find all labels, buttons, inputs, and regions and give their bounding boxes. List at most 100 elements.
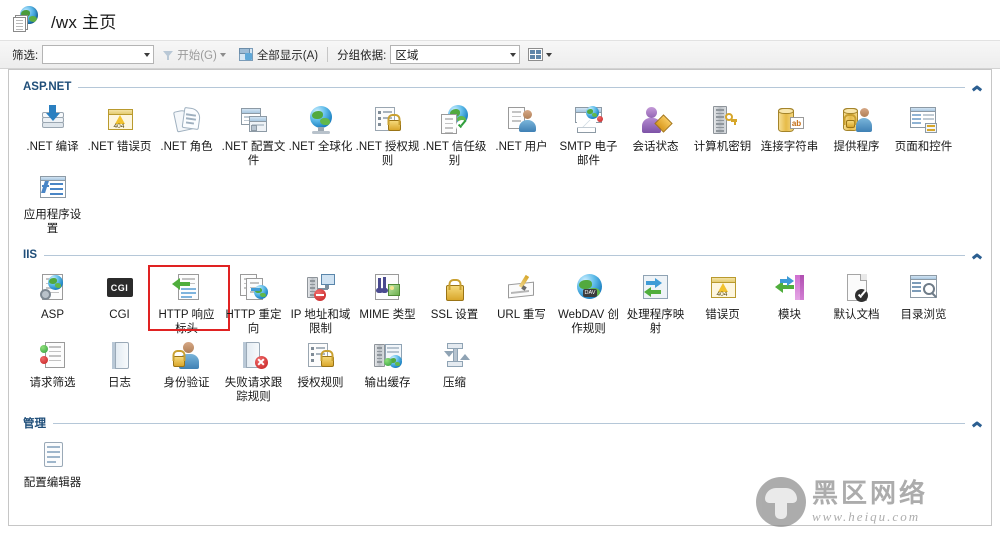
- chevron-up-icon[interactable]: [972, 418, 983, 429]
- feature-failed-request-tracing-rules[interactable]: 失败请求跟踪规则: [220, 336, 287, 404]
- feature-label: 提供程序: [833, 141, 880, 153]
- section-title: IIS: [23, 249, 38, 261]
- section-rule: [78, 86, 965, 88]
- feature-label: 输出缓存: [364, 377, 411, 389]
- section-iis: IIS ASP CGI CGI HTTP 响应标头 HTTP 重定向 IP 地址…: [9, 246, 991, 406]
- feature-net-authorization-rules[interactable]: .NET 授权规则: [354, 100, 421, 168]
- feature-modules[interactable]: 模块: [756, 268, 823, 336]
- error-pages-icon: 404: [707, 272, 739, 304]
- net-compilation-icon: [37, 104, 69, 136]
- feature-toolbar: 筛选: 开始(G) 全部显示(A) 分组依据: 区域: [0, 40, 1000, 69]
- feature-label: 授权规则: [297, 377, 344, 389]
- feature-net-compilation[interactable]: .NET 编译: [19, 100, 86, 168]
- feature-http-redirect[interactable]: HTTP 重定向: [220, 268, 287, 336]
- chevron-down-icon[interactable]: [546, 52, 553, 57]
- feature-net-profile[interactable]: .NET 配置文件: [220, 100, 287, 168]
- providers-icon: [841, 104, 873, 136]
- feature-label: 压缩: [443, 377, 466, 389]
- asp-icon: [37, 272, 69, 304]
- feature-net-globalization[interactable]: .NET 全球化: [287, 100, 354, 168]
- chevron-down-icon[interactable]: [219, 52, 226, 57]
- chevron-down-icon[interactable]: [144, 52, 151, 57]
- url-rewrite-icon: [506, 272, 538, 304]
- output-caching-icon: [372, 340, 404, 372]
- feature-output-caching[interactable]: 输出缓存: [354, 336, 421, 404]
- section-aspnet: ASP.NET .NET 编译 404 .NET 错误页 .NET 角色 .NE…: [9, 78, 991, 238]
- feature-label: 页面和控件: [894, 141, 953, 153]
- feature-mime-types[interactable]: MIME 类型: [354, 268, 421, 336]
- connection-strings-icon: ab: [774, 104, 806, 136]
- feature-label: 默认文档: [833, 309, 880, 321]
- http-response-headers-icon: [171, 272, 203, 304]
- chevron-up-icon[interactable]: [972, 250, 983, 261]
- toolbar-divider: [327, 47, 329, 62]
- feature-webdav-authoring-rules[interactable]: DAV WebDAV 创作规则: [555, 268, 622, 336]
- feature-connection-strings[interactable]: ab 连接字符串: [756, 100, 823, 168]
- feature-label: 处理程序映射: [626, 309, 685, 335]
- watermark-brand: 黑区网络: [812, 478, 929, 509]
- feature-label: MIME 类型: [359, 309, 416, 321]
- feature-default-document[interactable]: 默认文档: [823, 268, 890, 336]
- feature-label: 计算机密钥: [693, 141, 752, 153]
- feature-http-response-headers[interactable]: HTTP 响应标头: [148, 265, 230, 336]
- feature-url-rewrite[interactable]: URL 重写: [488, 268, 555, 336]
- group-by-value: 区域: [395, 49, 419, 62]
- feature-directory-browsing[interactable]: 目录浏览: [890, 268, 957, 336]
- feature-ssl-settings[interactable]: SSL 设置: [421, 268, 488, 336]
- chevron-up-icon[interactable]: [972, 82, 983, 93]
- application-settings-icon: [37, 172, 69, 204]
- feature-label: .NET 角色: [160, 141, 213, 153]
- feature-pages-and-controls[interactable]: 页面和控件: [890, 100, 957, 168]
- chevron-down-icon[interactable]: [510, 52, 517, 57]
- feature-label: .NET 配置文件: [221, 141, 286, 167]
- feature-label: 请求筛选: [29, 377, 76, 389]
- feature-label: HTTP 响应标头: [158, 309, 215, 335]
- feature-asp[interactable]: ASP: [19, 268, 86, 336]
- feature-application-settings[interactable]: 应用程序设置: [19, 168, 86, 236]
- feature-label: .NET 授权规则: [355, 141, 420, 167]
- feature-net-users[interactable]: .NET 用户: [488, 100, 555, 168]
- feature-net-error-pages[interactable]: 404 .NET 错误页: [86, 100, 153, 168]
- start-filter-button[interactable]: 开始(G): [162, 47, 231, 63]
- start-filter-label: 开始(G): [177, 49, 217, 62]
- section-title: 管理: [23, 418, 46, 430]
- smtp-email-icon: [573, 104, 605, 136]
- show-all-icon: [238, 48, 253, 61]
- feature-net-trust-levels[interactable]: .NET 信任级别: [421, 100, 488, 168]
- feature-label: 日志: [108, 377, 131, 389]
- webdav-authoring-rules-icon: DAV: [573, 272, 605, 304]
- feature-request-filtering[interactable]: 请求筛选: [19, 336, 86, 404]
- feature-label: .NET 全球化: [288, 141, 353, 153]
- feature-authorization-rules[interactable]: 授权规则: [287, 336, 354, 404]
- feature-ip-address-domain-restrictions[interactable]: IP 地址和域限制: [287, 268, 354, 336]
- feature-compression[interactable]: 压缩: [421, 336, 488, 404]
- view-mode-button[interactable]: [528, 48, 553, 61]
- show-all-button[interactable]: 全部显示(A): [238, 47, 318, 63]
- logging-icon: [104, 340, 136, 372]
- feature-logging[interactable]: 日志: [86, 336, 153, 404]
- machine-key-icon: [707, 104, 739, 136]
- feature-error-pages[interactable]: 404 错误页: [689, 268, 756, 336]
- group-by-select[interactable]: 区域: [390, 45, 521, 64]
- feature-grid-iis: ASP CGI CGI HTTP 响应标头 HTTP 重定向 IP 地址和域限制…: [9, 264, 991, 406]
- modules-icon: [774, 272, 806, 304]
- feature-label: IP 地址和域限制: [290, 309, 351, 335]
- authentication-icon: [171, 340, 203, 372]
- net-users-icon: [506, 104, 538, 136]
- feature-net-roles[interactable]: .NET 角色: [153, 100, 220, 168]
- feature-providers[interactable]: 提供程序: [823, 100, 890, 168]
- filter-input[interactable]: [42, 45, 155, 64]
- iis-manager-feature-view: /wx 主页 筛选: 开始(G) 全部显示(A) 分组依据: 区域 ASP.NE…: [0, 0, 1000, 534]
- feature-cgi[interactable]: CGI CGI: [86, 268, 153, 336]
- handler-mappings-icon: [640, 272, 672, 304]
- feature-authentication[interactable]: 身份验证: [153, 336, 220, 404]
- net-error-pages-icon: 404: [104, 104, 136, 136]
- feature-configuration-editor[interactable]: 配置编辑器: [19, 436, 86, 498]
- session-state-icon: [640, 104, 673, 136]
- feature-session-state[interactable]: 会话状态: [622, 100, 689, 168]
- feature-smtp-email[interactable]: SMTP 电子邮件: [555, 100, 622, 168]
- funnel-icon: [162, 49, 174, 61]
- feature-machine-key[interactable]: 计算机密钥: [689, 100, 756, 168]
- http-redirect-icon: [238, 272, 270, 304]
- feature-handler-mappings[interactable]: 处理程序映射: [622, 268, 689, 336]
